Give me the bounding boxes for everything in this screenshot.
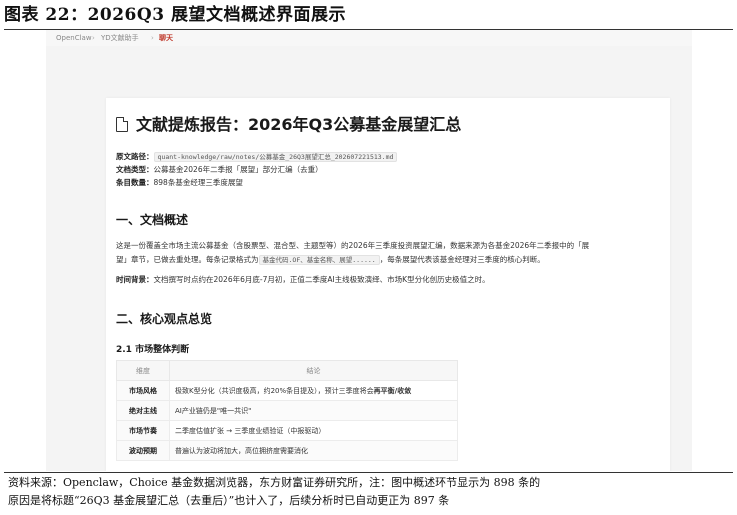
table-cell-conclusion: 极致K型分化（共识度极高，约20%条目提及），预计三季度将会再平衡/收敛 — [169, 380, 458, 401]
table-row: 市场节奏 二季度估值扩张 → 三季度业绩验证（中报驱动） — [116, 420, 458, 441]
paragraph-text: 望」章节，已做去重处理。每条记录格式为 — [116, 255, 259, 264]
time-background-paragraph: 时间背景：文档撰写时点约在2026年6月底-7月初，正值二季度AI主线极致演绎、… — [116, 273, 490, 286]
breadcrumb-yd-assistant[interactable]: YD文献助手 — [101, 30, 139, 46]
table-cell-dimension: 波动预期 — [116, 440, 170, 461]
table-cell-dimension: 市场风格 — [116, 380, 170, 401]
table-row: 绝对主线 AI产业链仍是"唯一共识" — [116, 400, 458, 421]
table-header-dimension: 维度 — [116, 360, 170, 381]
meta-source-path: 原文路径： quant-knowledge/raw/notes/公募基金_26Q3… — [116, 151, 398, 163]
breadcrumb-separator: › — [151, 34, 154, 42]
meta-label: 文档类型： — [116, 165, 154, 174]
paragraph-text: ，每条展望代表该基金经理对三季度的核心判断。 — [379, 255, 545, 264]
section-heading-core-views: 二、核心观点总览 — [116, 312, 213, 326]
meta-value: 公募基金2026年二季报「展望」部分汇编（去重） — [153, 165, 323, 174]
table-row: 波动预期 普遍认为波动将加大，高位拥挤度需要消化 — [116, 440, 458, 461]
document-panel: 文献提炼报告：2026年Q3公募基金展望汇总 原文路径： quant-knowle… — [106, 98, 670, 471]
table-header-conclusion: 结论 — [169, 360, 458, 381]
table-cell-conclusion: AI产业链仍是"唯一共识" — [169, 400, 458, 421]
table-cell-dimension: 绝对主线 — [116, 400, 170, 421]
time-background-label: 时间背景： — [116, 275, 154, 284]
table-cell-conclusion: 二季度估值扩张 → 三季度业绩验证（中报驱动） — [169, 420, 458, 441]
breadcrumb-separator: › — [92, 34, 95, 42]
market-judgment-table: 维度 结论 市场风格 极致K型分化（共识度极高，约20%条目提及），预计三季度将… — [116, 360, 458, 461]
table-row: 市场风格 极致K型分化（共识度极高，约20%条目提及），预计三季度将会再平衡/收… — [116, 380, 458, 401]
breadcrumb-chat[interactable]: 聊天 — [159, 30, 173, 46]
page-title: 文献提炼报告：2026年Q3公募基金展望汇总 — [116, 114, 461, 136]
meta-value: 898条基金经理三季度展望 — [153, 178, 243, 187]
app-screenshot: OpenClaw › YD文献助手 › 聊天 文献提炼报告：2026年Q3公募基… — [46, 30, 692, 471]
time-background-text: 文档撰写时点约在2026年6月底-7月初，正值二季度AI主线极致演绎、市场K型分… — [153, 275, 490, 284]
cell-text: 普遍认为波动将加大，高位拥挤度需要消化 — [175, 446, 308, 455]
cell-bold-text: 再平衡/收敛 — [373, 386, 412, 395]
table-cell-conclusion: 普遍认为波动将加大，高位拥挤度需要消化 — [169, 440, 458, 461]
overview-paragraph-line1: 这是一份覆盖全市场主流公募基金（含股票型、混合型、主题型等）的2026年三季度投… — [116, 241, 590, 250]
cell-text: AI产业链仍是"唯一共识" — [175, 406, 252, 415]
meta-label: 条目数量： — [116, 178, 154, 187]
caption-line2: 原因是将标题“26Q3 基金展望汇总（去重后）”也计入了，后续分析时已自动更正为… — [8, 494, 450, 507]
meta-doc-type: 文档类型：公募基金2026年二季报「展望」部分汇编（去重） — [116, 164, 323, 175]
cell-text: 极致K型分化（共识度极高，约20%条目提及），预计三季度将会 — [175, 386, 374, 395]
section-heading-overview: 一、文档概述 — [116, 213, 189, 227]
overview-paragraph-line2: 望」章节，已做去重处理。每条记录格式为 基金代码.OF、基金名称、展望......… — [116, 253, 545, 267]
record-format-code: 基金代码.OF、基金名称、展望...... — [258, 255, 380, 265]
caption-line1: 资料来源：Openclaw，Choice 基金数据浏览器，东方财富证券研究所，注… — [8, 476, 541, 489]
source-caption: 资料来源：Openclaw，Choice 基金数据浏览器，东方财富证券研究所，注… — [8, 474, 733, 510]
cell-text: 二季度估值扩张 → 三季度业绩验证（中报驱动） — [175, 426, 326, 435]
bottom-rule — [4, 472, 733, 473]
source-path-code[interactable]: quant-knowledge/raw/notes/公募基金_26Q3展望汇总_… — [153, 152, 398, 162]
figure-title: 图表 22：2026Q3 展望文档概述界面展示 — [4, 5, 346, 25]
page-title-text: 文献提炼报告：2026年Q3公募基金展望汇总 — [136, 115, 462, 134]
subsection-heading-market: 2.1 市场整体判断 — [116, 345, 190, 355]
breadcrumb-openclaw[interactable]: OpenClaw — [56, 30, 92, 46]
table-cell-dimension: 市场节奏 — [116, 420, 170, 441]
meta-entry-count: 条目数量：898条基金经理三季度展望 — [116, 177, 243, 188]
table-header-row: 维度 结论 — [116, 360, 458, 381]
breadcrumb: OpenClaw › YD文献助手 › 聊天 — [46, 30, 692, 46]
meta-label: 原文路径： — [116, 152, 154, 161]
